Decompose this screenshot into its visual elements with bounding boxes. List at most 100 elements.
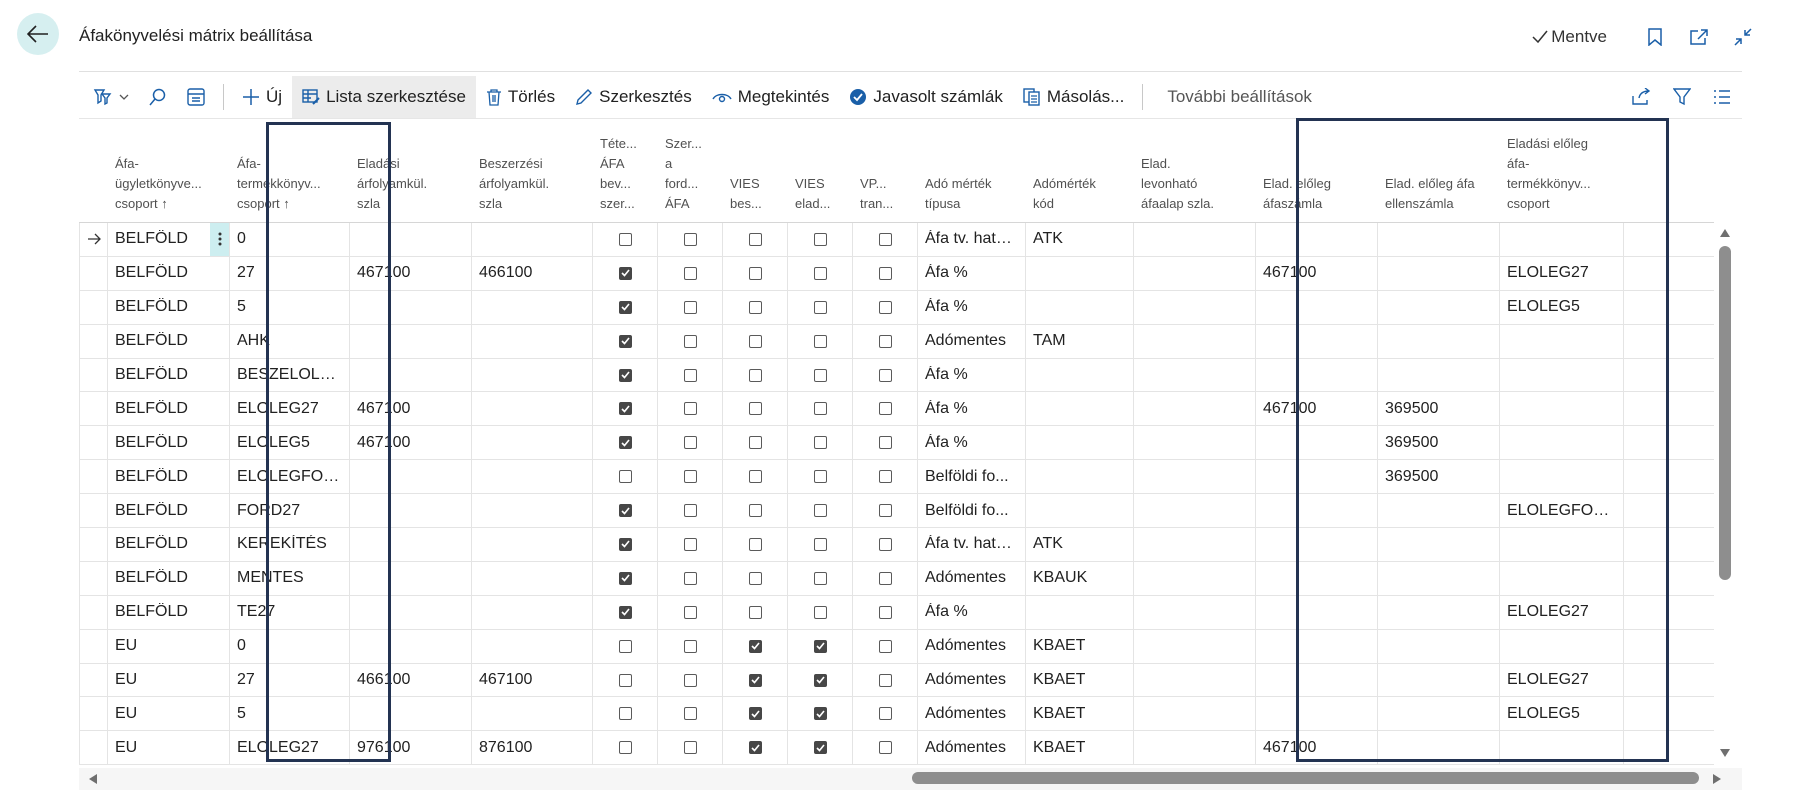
cell-prepay-contra[interactable] <box>1378 358 1500 392</box>
table-row[interactable]: BELFÖLD TE27 Áfa % ELOLEG27 <box>79 595 1714 630</box>
cell-purch-acc[interactable]: 466100 <box>472 256 593 290</box>
checkbox[interactable] <box>748 470 762 484</box>
checkbox[interactable] <box>618 571 632 585</box>
table-row[interactable]: EU 27 466100 467100 Adómentes KBAET ELOLEG27 <box>79 663 1714 698</box>
checkbox[interactable] <box>813 537 827 551</box>
cell-prepay-contra[interactable] <box>1378 663 1500 697</box>
cell-deductible[interactable] <box>1134 595 1256 629</box>
cell-prod-group[interactable]: 0 <box>230 223 350 256</box>
cell-sales-acc[interactable] <box>350 528 472 561</box>
cell-purch-acc[interactable] <box>472 426 593 460</box>
cell-sales-acc[interactable]: 467100 <box>350 426 472 460</box>
checkbox[interactable] <box>878 436 892 450</box>
cell-tax-type[interactable]: Adómentes <box>918 731 1026 765</box>
scroll-up-arrow-icon[interactable] <box>1719 228 1731 238</box>
checkbox[interactable] <box>683 232 697 246</box>
checkbox[interactable] <box>813 334 827 348</box>
cell-prepay-acc[interactable]: 467100 <box>1256 256 1378 290</box>
cell-deductible[interactable] <box>1134 494 1256 528</box>
checkbox[interactable] <box>683 741 697 755</box>
checkbox[interactable] <box>683 368 697 382</box>
col-header-vies-purch[interactable]: VIES bes... <box>723 125 788 222</box>
search-button[interactable] <box>139 76 177 118</box>
cell-purch-acc[interactable] <box>472 697 593 731</box>
scroll-left-arrow-icon[interactable] <box>88 773 98 785</box>
cell-prepay-acc[interactable] <box>1256 290 1378 324</box>
checkbox[interactable] <box>618 470 632 484</box>
copy-button[interactable]: Másolás... <box>1013 76 1134 118</box>
cell-prepay-group[interactable]: ELOLEG5 <box>1500 290 1624 324</box>
cell-bus-group[interactable]: EU <box>108 697 210 730</box>
cell-prepay-group[interactable]: ELOLEGFORD... <box>1500 494 1624 528</box>
cell-tax-code[interactable] <box>1026 494 1134 528</box>
cell-prepay-group[interactable]: ELOLEG27 <box>1500 663 1624 697</box>
checkbox[interactable] <box>748 605 762 619</box>
cell-purch-acc[interactable] <box>472 324 593 358</box>
cell-sales-acc[interactable] <box>350 697 472 731</box>
edit-list-button[interactable]: Lista szerkesztése <box>292 76 476 118</box>
cell-purch-acc[interactable] <box>472 392 593 426</box>
cell-prepay-group[interactable] <box>1500 561 1624 595</box>
checkbox[interactable] <box>748 402 762 416</box>
col-header-prepay-contra[interactable]: Elad. előleg áfa ellenszámla <box>1378 125 1500 222</box>
checkbox[interactable] <box>618 368 632 382</box>
collapse-button[interactable] <box>1731 25 1755 49</box>
cell-purch-acc[interactable]: 876100 <box>472 731 593 765</box>
checkbox[interactable] <box>683 300 697 314</box>
cell-purch-acc[interactable] <box>472 358 593 392</box>
cell-purch-acc[interactable] <box>472 494 593 528</box>
row-menu[interactable] <box>210 290 230 324</box>
cell-tax-code[interactable]: KBAET <box>1026 663 1134 697</box>
cell-prod-group[interactable]: ELOLEG27 <box>230 392 350 426</box>
cell-bus-group[interactable]: BELFÖLD <box>108 257 210 290</box>
checkbox[interactable] <box>878 402 892 416</box>
row-menu[interactable] <box>210 460 230 494</box>
cell-tax-code[interactable] <box>1026 290 1134 324</box>
checkbox[interactable] <box>683 605 697 619</box>
cell-prepay-contra[interactable] <box>1378 595 1500 629</box>
row-menu[interactable] <box>210 223 230 256</box>
cell-prepay-contra[interactable] <box>1378 561 1500 595</box>
cell-bus-group[interactable]: BELFÖLD <box>108 528 210 561</box>
checkbox[interactable] <box>878 470 892 484</box>
cell-bus-group[interactable]: BELFÖLD <box>108 325 210 358</box>
cell-bus-group[interactable]: EU <box>108 731 210 764</box>
cell-purch-acc[interactable] <box>472 595 593 629</box>
checkbox[interactable] <box>748 300 762 314</box>
checkbox[interactable] <box>813 639 827 653</box>
table-row[interactable]: BELFÖLD 27 467100 466100 Áfa % 467100 ELOLEG27 <box>79 256 1714 291</box>
table-row[interactable]: BELFÖLD BESZELOLEG... Áfa % <box>79 358 1714 393</box>
cell-prepay-acc[interactable] <box>1256 358 1378 392</box>
checkbox[interactable] <box>748 639 762 653</box>
table-row[interactable]: EU 0 Adómentes KBAET <box>79 629 1714 664</box>
cell-bus-group[interactable]: BELFÖLD <box>108 359 210 392</box>
checkbox[interactable] <box>618 334 632 348</box>
cell-tax-code[interactable] <box>1026 426 1134 460</box>
col-header-tax-code[interactable]: Adómérték kód <box>1026 125 1134 222</box>
checkbox[interactable] <box>748 741 762 755</box>
cell-sales-acc[interactable]: 976100 <box>350 731 472 765</box>
checkbox[interactable] <box>813 673 827 687</box>
cell-tax-code[interactable]: KBAET <box>1026 731 1134 765</box>
cell-prepay-contra[interactable]: 369500 <box>1378 392 1500 426</box>
checkbox[interactable] <box>618 504 632 518</box>
checkbox[interactable] <box>878 571 892 585</box>
cell-prod-group[interactable]: 27 <box>230 256 350 290</box>
cell-tax-type[interactable]: Adómentes <box>918 324 1026 358</box>
filter-button[interactable] <box>1662 76 1702 118</box>
cell-sales-acc[interactable] <box>350 223 472 256</box>
checkbox[interactable] <box>813 707 827 721</box>
cell-deductible[interactable] <box>1134 731 1256 765</box>
cell-prod-group[interactable]: FORD27 <box>230 494 350 528</box>
checkbox[interactable] <box>878 334 892 348</box>
cell-prepay-contra[interactable] <box>1378 324 1500 358</box>
table-row[interactable]: EU ELOLEG27 976100 876100 Adómentes KBAET 4671… <box>79 731 1714 766</box>
cell-prepay-acc[interactable] <box>1256 324 1378 358</box>
cell-tax-code[interactable] <box>1026 358 1134 392</box>
col-header-deductible[interactable]: Elad. levonható áfaalap szla. <box>1134 125 1256 222</box>
cell-bus-group[interactable]: BELFÖLD <box>108 223 210 256</box>
table-row[interactable]: BELFÖLD ELOLEGFOR... Belföldi fo... 369500 <box>79 460 1714 495</box>
row-menu[interactable] <box>210 324 230 358</box>
show-details-button[interactable] <box>177 76 215 118</box>
checkbox[interactable] <box>748 537 762 551</box>
